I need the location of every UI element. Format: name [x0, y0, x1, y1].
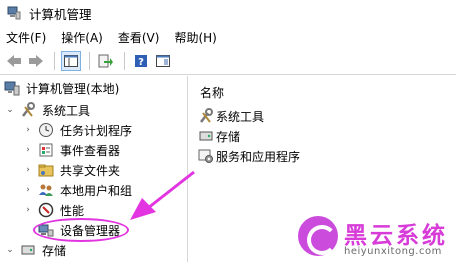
- menu-help[interactable]: 帮助(H): [174, 29, 216, 46]
- toolbar: ?: [0, 48, 456, 75]
- expand-chevron-icon[interactable]: ›: [22, 185, 34, 195]
- annotation-arrow: [130, 170, 195, 220]
- tree-item-label: 性能: [60, 203, 85, 218]
- show-tree-icon[interactable]: [61, 51, 81, 71]
- tree-item-task-scheduler[interactable]: › 任务计划程序: [22, 120, 132, 140]
- tree-item-event-viewer[interactable]: › 事件查看器: [22, 140, 120, 160]
- tree-item-label: 计算机管理(本地): [26, 81, 120, 96]
- event-viewer-icon: [38, 142, 54, 158]
- help-icon[interactable]: ?: [131, 51, 151, 71]
- export-icon[interactable]: [96, 51, 116, 71]
- watermark-logo-icon: [298, 216, 338, 256]
- tree-item-label: 本地用户和组: [60, 183, 133, 198]
- expand-chevron-icon[interactable]: ›: [22, 205, 34, 215]
- watermark-title: 黑云系统: [344, 223, 448, 249]
- expand-chevron-icon[interactable]: ›: [22, 145, 34, 155]
- tree-item-storage[interactable]: ⌄ 存储: [4, 240, 66, 260]
- menu-file[interactable]: 文件(F): [6, 29, 46, 46]
- collapse-chevron-icon[interactable]: ⌄: [4, 245, 16, 255]
- tree-item-computer-management-local[interactable]: 计算机管理(本地): [4, 78, 119, 98]
- window-title: 计算机管理: [29, 6, 92, 22]
- list-item-label: 系统工具: [216, 109, 265, 124]
- list-item-system-tools[interactable]: 系统工具: [198, 106, 264, 126]
- toolbar-separator: [89, 52, 90, 70]
- menu-bar: 文件(F) 操作(A) 查看(V) 帮助(H): [0, 26, 456, 48]
- annotation-ellipse: [33, 218, 129, 242]
- list-item-services-applications[interactable]: 服务和应用程序: [198, 146, 300, 166]
- tree-item-label: 共享文件夹: [60, 163, 121, 178]
- menu-view[interactable]: 查看(V): [118, 29, 160, 46]
- watermark-url: heiyunxitong.com: [344, 246, 442, 257]
- shared-folder-icon: [38, 162, 54, 178]
- watermark: 黑云系统 heiyunxitong.com: [298, 208, 456, 262]
- tree-item-local-users-groups[interactable]: › 本地用户和组: [22, 180, 132, 200]
- storage-icon: [20, 242, 36, 258]
- services-icon: [198, 148, 214, 164]
- tools-icon: [198, 108, 214, 124]
- toolbar-separator: [124, 52, 125, 70]
- computer-management-icon: [4, 80, 20, 96]
- forward-icon[interactable]: [26, 51, 46, 71]
- performance-icon: [38, 202, 54, 218]
- tools-icon: [20, 102, 36, 118]
- tree-item-performance[interactable]: › 性能: [22, 200, 84, 220]
- title-bar: 计算机管理: [0, 0, 456, 26]
- tree-item-label: 事件查看器: [60, 143, 121, 158]
- console-icon[interactable]: [153, 51, 173, 71]
- storage-icon: [198, 128, 214, 144]
- tree-item-label: 任务计划程序: [60, 123, 133, 138]
- tree-item-label: 存储: [42, 243, 67, 258]
- list-item-storage[interactable]: 存储: [198, 126, 240, 146]
- tree-item-system-tools[interactable]: ⌄ 系统工具: [4, 100, 90, 120]
- menu-action[interactable]: 操作(A): [61, 29, 103, 46]
- expand-chevron-icon[interactable]: ›: [22, 165, 34, 175]
- collapse-chevron-icon[interactable]: ⌄: [4, 105, 16, 115]
- clock-icon: [38, 122, 54, 138]
- list-item-label: 服务和应用程序: [216, 149, 301, 164]
- toolbar-separator: [54, 52, 55, 70]
- list-item-label: 存储: [216, 129, 241, 144]
- column-header-name[interactable]: 名称: [200, 84, 224, 101]
- expand-chevron-icon[interactable]: ›: [22, 125, 34, 135]
- tree-item-shared-folders[interactable]: › 共享文件夹: [22, 160, 120, 180]
- svg-text:?: ?: [138, 57, 144, 68]
- computer-management-icon: [7, 6, 21, 20]
- users-icon: [38, 182, 54, 198]
- tree-item-label: 系统工具: [42, 103, 91, 118]
- back-icon[interactable]: [4, 51, 24, 71]
